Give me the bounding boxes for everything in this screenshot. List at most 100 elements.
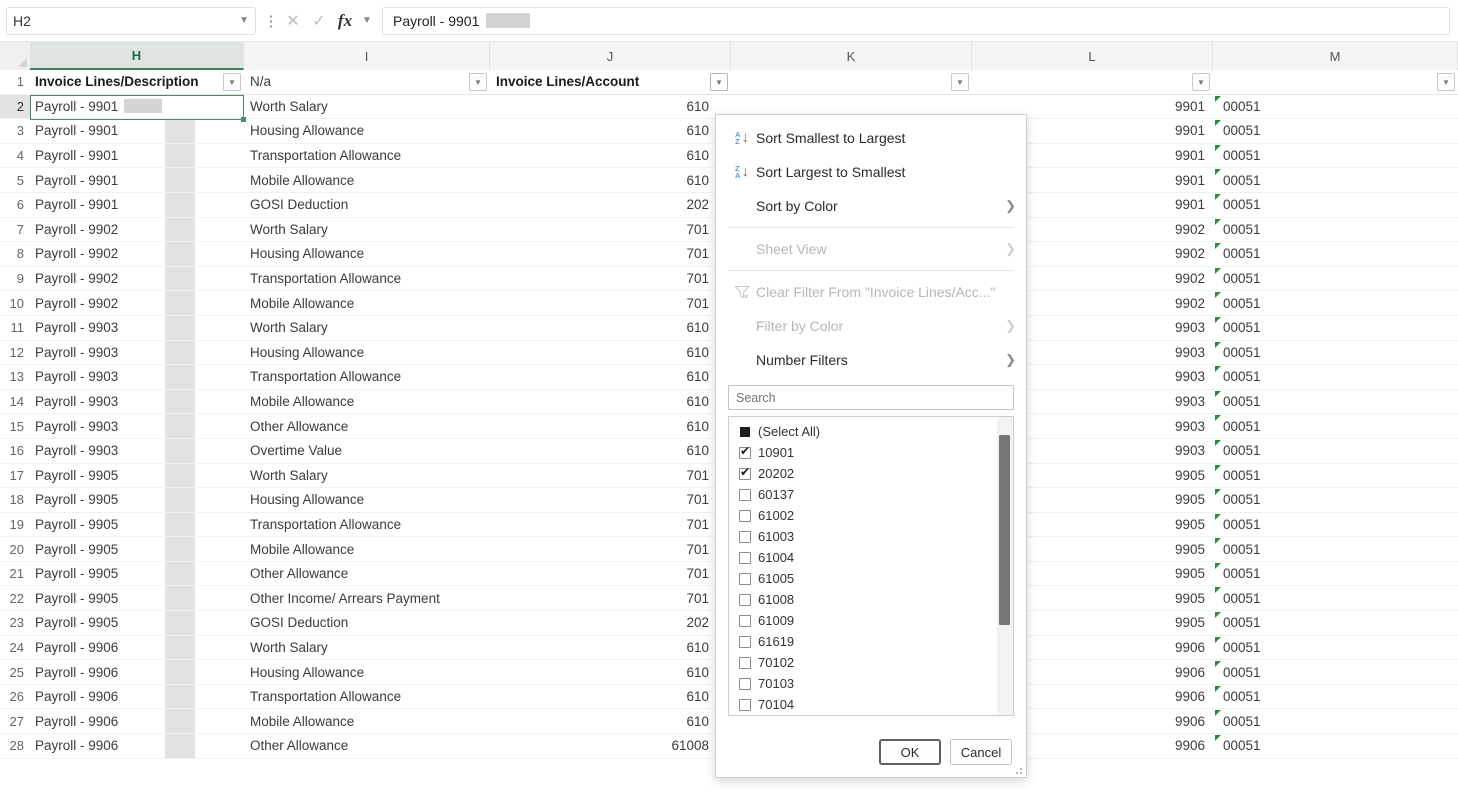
cell-na[interactable]: Worth Salary bbox=[244, 635, 490, 661]
cell-description[interactable]: Payroll - 9902 bbox=[30, 217, 244, 243]
cell-na[interactable]: Transportation Allowance bbox=[244, 143, 490, 169]
cell-na[interactable]: Transportation Allowance bbox=[244, 365, 490, 390]
checkbox-icon[interactable] bbox=[739, 488, 751, 501]
chevron-down-icon[interactable]: ▼ bbox=[239, 15, 249, 26]
formula-input[interactable]: Payroll - 9901 bbox=[382, 6, 1450, 35]
checkbox-icon[interactable] bbox=[739, 656, 751, 669]
row-header-27[interactable]: 27 bbox=[0, 709, 30, 735]
row-header-9[interactable]: 9 bbox=[0, 266, 30, 292]
filter-search-input[interactable] bbox=[728, 385, 1014, 410]
cell-m[interactable]: 00051 bbox=[1213, 611, 1458, 636]
cell-description[interactable]: Payroll - 9901 bbox=[30, 143, 244, 169]
cell-na[interactable]: Mobile Allowance bbox=[244, 389, 490, 415]
cell-description[interactable]: Payroll - 9903 bbox=[30, 365, 244, 390]
cell-na[interactable]: Worth Salary bbox=[244, 217, 490, 243]
row-header-24[interactable]: 24 bbox=[0, 635, 30, 661]
checkbox-icon[interactable] bbox=[739, 572, 751, 585]
filter-list-item[interactable]: 70102 bbox=[729, 652, 997, 673]
cell-description[interactable]: Payroll - 9906 bbox=[30, 734, 244, 759]
cell-description[interactable]: Payroll - 9901 bbox=[30, 168, 244, 193]
cell-account[interactable]: 610 bbox=[490, 365, 731, 390]
cell-na[interactable]: Housing Allowance bbox=[244, 119, 490, 144]
row-header-1[interactable]: 1 bbox=[0, 70, 30, 95]
cell-description[interactable]: Payroll - 9901 bbox=[30, 192, 244, 218]
checkbox-icon[interactable] bbox=[739, 426, 751, 438]
checkbox-icon[interactable] bbox=[739, 465, 751, 480]
column-header-J[interactable]: J bbox=[490, 42, 731, 70]
cell-na[interactable]: Transportation Allowance bbox=[244, 684, 490, 710]
cell-description[interactable]: Payroll - 9902 bbox=[30, 266, 244, 292]
checkbox-icon[interactable] bbox=[739, 593, 751, 606]
filter-list-item[interactable]: 61004 bbox=[729, 547, 997, 568]
cell-account[interactable]: 701 bbox=[490, 291, 731, 316]
cell-m[interactable]: 00051 bbox=[1213, 168, 1458, 193]
row-header-16[interactable]: 16 bbox=[0, 438, 30, 464]
cell-na[interactable]: GOSI Deduction bbox=[244, 192, 490, 218]
cell-account[interactable]: 701 bbox=[490, 488, 731, 513]
row-header-4[interactable]: 4 bbox=[0, 143, 30, 169]
row-header-5[interactable]: 5 bbox=[0, 168, 30, 193]
cell-account[interactable]: 610 bbox=[490, 143, 731, 169]
resize-grip[interactable] bbox=[1012, 764, 1022, 774]
row-header-19[interactable]: 19 bbox=[0, 512, 30, 538]
row-header-13[interactable]: 13 bbox=[0, 365, 30, 390]
cell-account[interactable]: 701 bbox=[490, 537, 731, 562]
cell-m[interactable]: 00051 bbox=[1213, 242, 1458, 267]
cell-m[interactable]: 00051 bbox=[1213, 660, 1458, 685]
cell-m[interactable]: 00051 bbox=[1213, 537, 1458, 562]
cell-m[interactable]: 00051 bbox=[1213, 635, 1458, 661]
row-header-12[interactable]: 12 bbox=[0, 340, 30, 366]
filter-list-item[interactable]: 61619 bbox=[729, 631, 997, 652]
row-header-15[interactable]: 15 bbox=[0, 414, 30, 439]
menu-item-sort-smallest-to-largest[interactable]: A Z ↓ Sort Smallest to Largest bbox=[716, 121, 1026, 155]
cell-m[interactable]: 00051 bbox=[1213, 561, 1458, 587]
cell-account[interactable]: 610 bbox=[490, 389, 731, 415]
row-header-22[interactable]: 22 bbox=[0, 586, 30, 612]
cell-m[interactable]: 00051 bbox=[1213, 438, 1458, 464]
filter-list-item[interactable]: 61009 bbox=[729, 610, 997, 631]
cell-account[interactable]: 610 bbox=[490, 315, 731, 341]
cell-na[interactable]: Housing Allowance bbox=[244, 488, 490, 513]
cell-na[interactable]: Mobile Allowance bbox=[244, 168, 490, 193]
cell-account[interactable]: 701 bbox=[490, 463, 731, 489]
checkbox-icon[interactable] bbox=[739, 444, 751, 459]
filter-list-item[interactable]: 61003 bbox=[729, 526, 997, 547]
cell-m[interactable]: 00051 bbox=[1213, 291, 1458, 316]
row-header-7[interactable]: 7 bbox=[0, 217, 30, 243]
cell-description[interactable]: Payroll - 9902 bbox=[30, 291, 244, 316]
filter-list-item[interactable]: 61008 bbox=[729, 589, 997, 610]
checkbox-icon[interactable] bbox=[739, 551, 751, 564]
filter-list-item[interactable]: 10901 bbox=[729, 442, 997, 463]
cell-description[interactable]: Payroll - 9901 bbox=[30, 119, 244, 144]
filter-button-L[interactable]: ▼ bbox=[1192, 73, 1210, 91]
cell-account[interactable]: 701 bbox=[490, 586, 731, 612]
cell-m[interactable]: 00051 bbox=[1213, 192, 1458, 218]
scrollbar-thumb[interactable] bbox=[999, 435, 1010, 625]
cell-description[interactable]: Payroll - 9905 bbox=[30, 561, 244, 587]
cell-description[interactable]: Payroll - 9906 bbox=[30, 635, 244, 661]
cell-account[interactable]: 610 bbox=[490, 635, 731, 661]
cell-na[interactable]: Mobile Allowance bbox=[244, 291, 490, 316]
row-header-21[interactable]: 21 bbox=[0, 561, 30, 587]
filter-button-H[interactable]: ▼ bbox=[223, 73, 241, 91]
checkbox-icon[interactable] bbox=[739, 614, 751, 627]
cell-na[interactable]: GOSI Deduction bbox=[244, 611, 490, 636]
row-header-26[interactable]: 26 bbox=[0, 684, 30, 710]
cell-account[interactable]: 701 bbox=[490, 217, 731, 243]
cell-account[interactable]: 61008 bbox=[490, 734, 731, 759]
cell-m[interactable]: 00051 bbox=[1213, 217, 1458, 243]
cell-na[interactable]: Other Allowance bbox=[244, 734, 490, 759]
cell-na[interactable]: Overtime Value bbox=[244, 438, 490, 464]
cell-account[interactable]: 701 bbox=[490, 512, 731, 538]
cell-description[interactable]: Payroll - 9903 bbox=[30, 340, 244, 366]
confirm-edit-icon[interactable]: ✓ bbox=[306, 7, 332, 35]
cell-m[interactable]: 00051 bbox=[1213, 119, 1458, 144]
cell-description[interactable]: Payroll - 9906 bbox=[30, 660, 244, 685]
cell-description[interactable]: Payroll - 9903 bbox=[30, 315, 244, 341]
cell-account[interactable]: 610 bbox=[490, 709, 731, 735]
cancel-button[interactable]: Cancel bbox=[950, 739, 1012, 765]
cell-na[interactable]: Mobile Allowance bbox=[244, 709, 490, 735]
cell-na[interactable]: Transportation Allowance bbox=[244, 266, 490, 292]
row-header-17[interactable]: 17 bbox=[0, 463, 30, 489]
cell-account[interactable]: 610 bbox=[490, 660, 731, 685]
